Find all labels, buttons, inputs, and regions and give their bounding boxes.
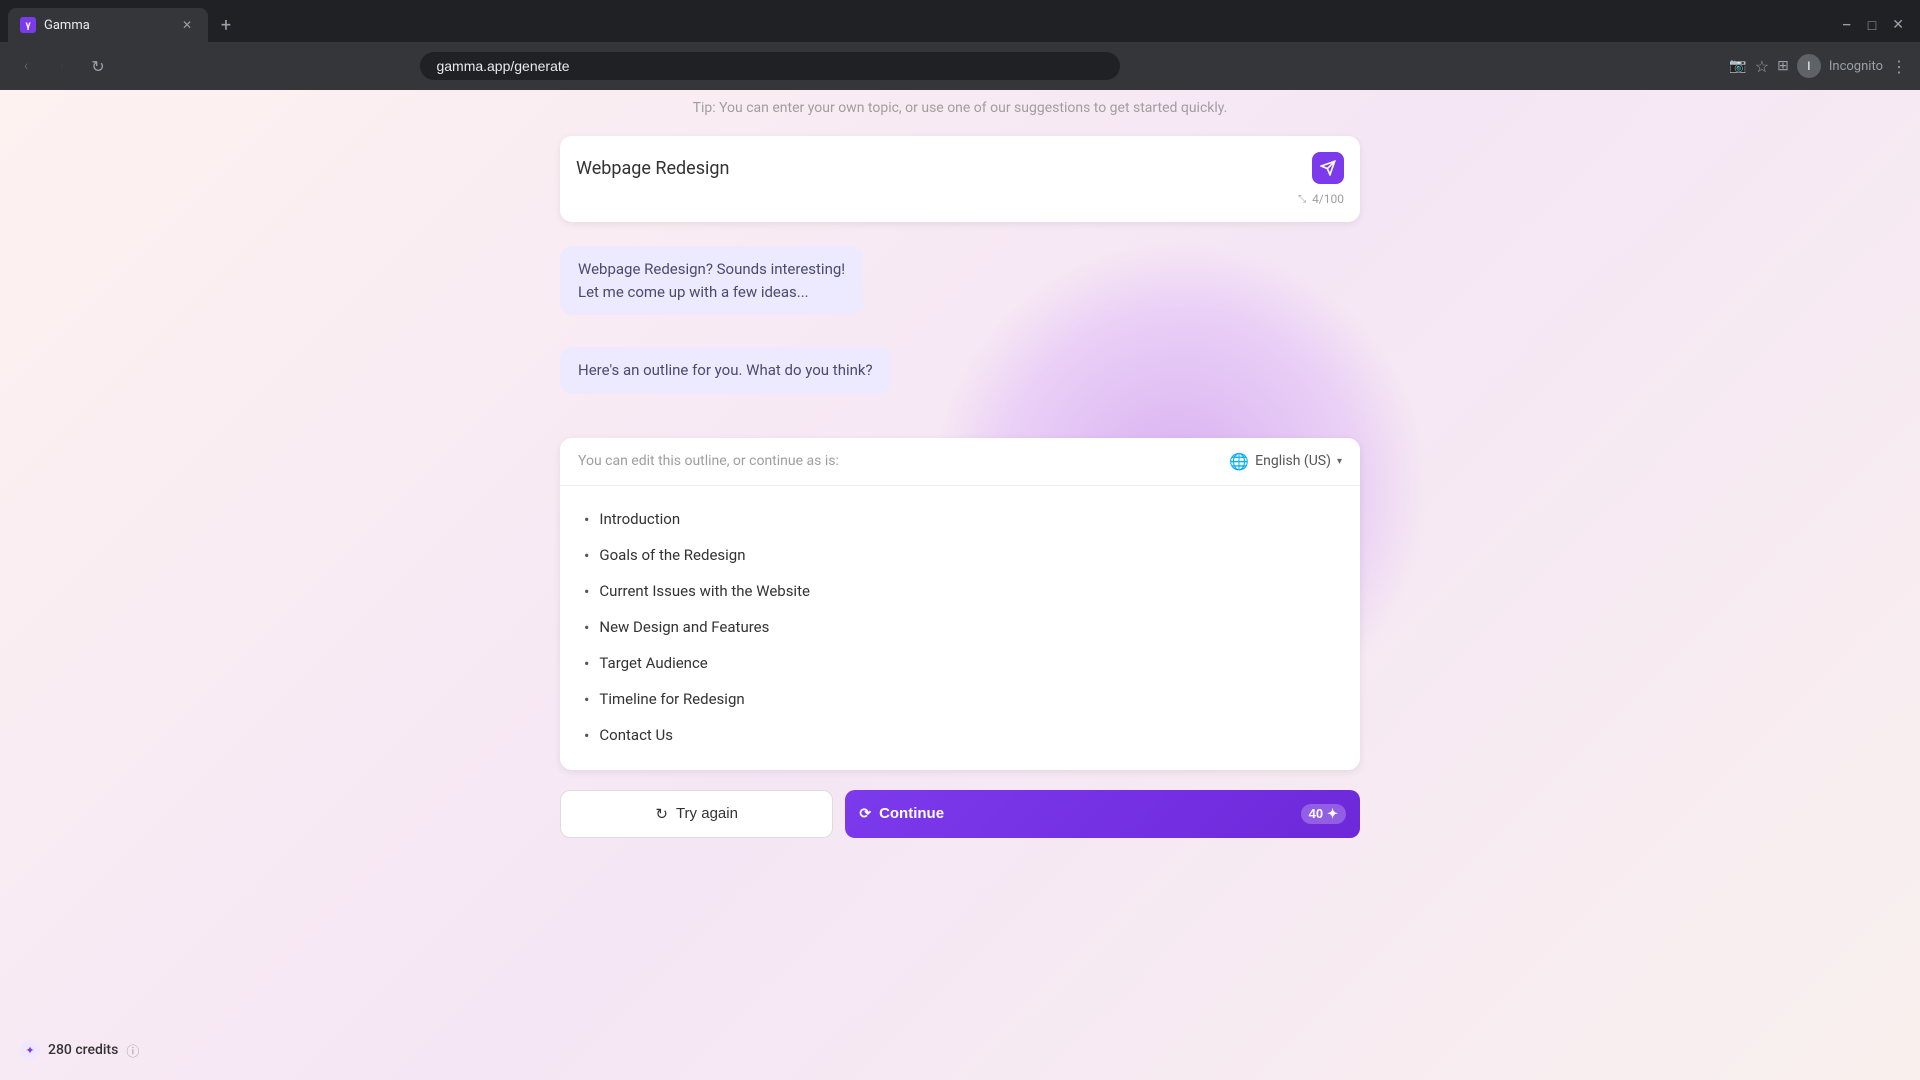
star-icon[interactable]: ☆ [1755,57,1769,76]
outline-list-item[interactable]: Target Audience [584,646,1336,682]
address-input[interactable] [420,52,1120,80]
globe-icon: 🌐 [1229,452,1249,471]
tab-favicon: γ [20,17,36,33]
continue-label: Continue [879,805,944,822]
chat-bubble-1: Webpage Redesign? Sounds interesting! Le… [560,246,863,315]
tip-text: Tip: You can enter your own topic, or us… [693,100,1228,116]
camera-icon: 📷 [1729,58,1746,74]
language-selector[interactable]: 🌐 English (US) ▾ [1229,452,1342,471]
credits-coin-icon: ✦ [20,1040,40,1060]
chevron-down-icon: ▾ [1337,456,1342,467]
try-again-button[interactable]: ↻ Try again [560,790,833,838]
language-label: English (US) [1255,453,1331,469]
chat-bubble-1-wrapper: Webpage Redesign? Sounds interesting! Le… [560,246,1360,331]
send-button[interactable] [1312,152,1344,184]
continue-button[interactable]: ⟳ Continue 40 ✦ [845,790,1360,838]
outline-list-item[interactable]: Current Issues with the Website [584,574,1336,610]
outline-list-item[interactable]: Timeline for Redesign [584,682,1336,718]
outline-hint: You can edit this outline, or continue a… [578,453,839,469]
new-tab-button[interactable]: + [212,11,240,39]
outline-list-item[interactable]: Contact Us [584,718,1336,754]
incognito-label: Incognito [1829,59,1883,74]
chat-bubble-2-wrapper: Here's an outline for you. What do you t… [560,347,1360,418]
outline-header: You can edit this outline, or continue a… [560,438,1360,486]
tab-close-button[interactable]: ✕ [178,16,196,34]
tab-title: Gamma [44,18,90,33]
resize-icon: ⤡ [1298,194,1306,205]
refresh-button[interactable]: ↻ [84,52,112,80]
credits-text: 280 credits [48,1042,118,1058]
menu-button[interactable]: ⋮ [1891,57,1908,76]
outline-list-item[interactable]: Introduction [584,502,1336,538]
tab-bar: γ Gamma ✕ + − □ ✕ [0,0,1920,42]
refresh-icon: ↻ [655,805,668,823]
credits-info-icon[interactable]: ⓘ [126,1041,139,1060]
chat-bubble-2: Here's an outline for you. What do you t… [560,347,891,394]
main-content: Tip: You can enter your own topic, or us… [0,90,1920,1080]
browser-chrome: γ Gamma ✕ + − □ ✕ ‹ › ↻ 📷 ☆ ⊞ I Incognit… [0,0,1920,90]
footer-credits: ✦ 280 credits ⓘ [20,1040,139,1060]
credits-star-icon: ✦ [1327,806,1338,822]
restore-icon[interactable]: □ [1868,17,1876,34]
minimize-icon[interactable]: − [1842,15,1852,36]
credits-cost-value: 40 [1309,806,1323,821]
forward-button[interactable]: › [48,52,76,80]
chat-bubble-2-text: Here's an outline for you. What do you t… [578,359,873,382]
chat-bubble-1-line1: Webpage Redesign? Sounds interesting! [578,258,845,281]
outline-list[interactable]: IntroductionGoals of the RedesignCurrent… [560,486,1360,770]
try-again-label: Try again [676,805,738,822]
profile-icon[interactable]: I [1797,54,1821,78]
back-button[interactable]: ‹ [12,52,40,80]
extension-icon: ⊞ [1777,58,1789,74]
outline-list-item[interactable]: New Design and Features [584,610,1336,646]
credits-cost-badge: 40 ✦ [1301,804,1346,824]
outline-container: You can edit this outline, or continue a… [560,438,1360,770]
address-bar-row: ‹ › ↻ 📷 ☆ ⊞ I Incognito ⋮ [0,42,1920,90]
char-counter: 4/100 [1312,192,1344,206]
browser-toolbar: 📷 ☆ ⊞ I Incognito ⋮ [1729,54,1908,78]
content-wrapper: Tip: You can enter your own topic, or us… [560,90,1360,838]
topic-input-value[interactable]: Webpage Redesign [576,158,1312,179]
close-window-icon[interactable]: ✕ [1892,17,1904,33]
action-buttons: ↻ Try again ⟳ Continue 40 ✦ [560,790,1360,838]
active-tab[interactable]: γ Gamma ✕ [8,8,208,42]
continue-spinner-icon: ⟳ [859,805,871,822]
topic-input-container: Webpage Redesign ⤡ 4/100 [560,136,1360,222]
outline-list-item[interactable]: Goals of the Redesign [584,538,1336,574]
chat-bubble-1-line2: Let me come up with a few ideas... [578,281,845,304]
